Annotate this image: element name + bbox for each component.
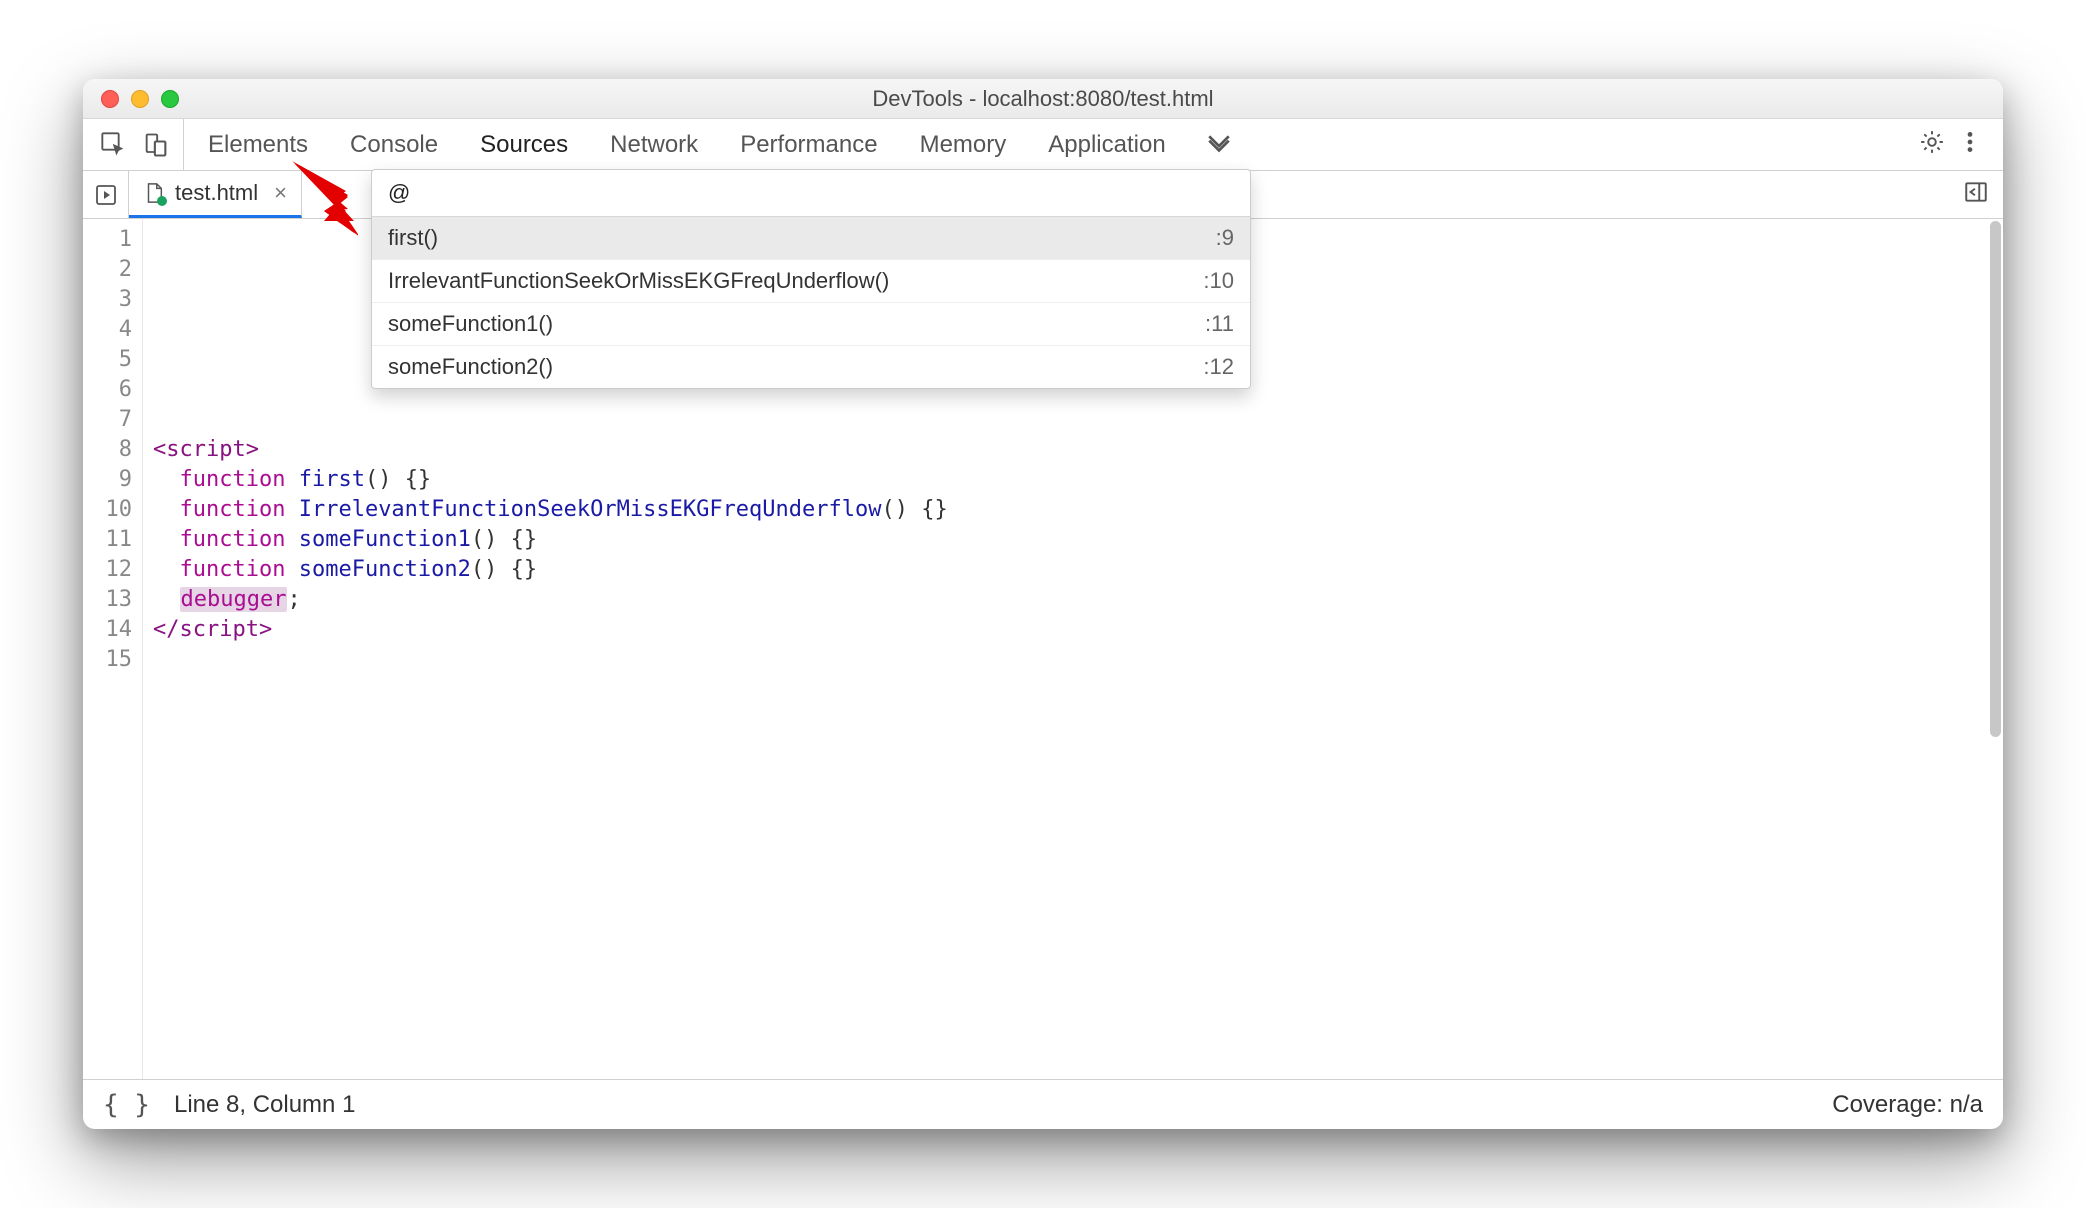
palette-item-label: someFunction2() — [388, 354, 553, 380]
palette-item-label: first() — [388, 225, 438, 251]
palette-item[interactable]: someFunction1() :11 — [372, 303, 1250, 346]
device-mode-icon[interactable] — [135, 119, 177, 171]
close-icon[interactable]: × — [274, 182, 287, 204]
tabs-overflow-icon[interactable] — [1190, 119, 1248, 170]
minimize-window-button[interactable] — [131, 90, 149, 108]
palette-item-label: someFunction1() — [388, 311, 553, 337]
command-palette: @ first() :9 IrrelevantFunctionSeekOrMis… — [371, 169, 1251, 389]
line-gutter: 1 2 3 4 5 6 7 8 9 10 11 12 13 14 15 — [83, 219, 143, 1079]
palette-item[interactable]: someFunction2() :12 — [372, 346, 1250, 388]
command-palette-input[interactable]: @ — [372, 170, 1250, 217]
palette-item-line: :10 — [1203, 268, 1234, 294]
inspect-element-icon[interactable] — [93, 119, 135, 171]
traffic-lights — [83, 90, 179, 108]
palette-item[interactable]: first() :9 — [372, 217, 1250, 260]
palette-item[interactable]: IrrelevantFunctionSeekOrMissEKGFreqUnder… — [372, 260, 1250, 303]
palette-item-line: :9 — [1216, 225, 1234, 251]
devtools-window: DevTools - localhost:8080/test.html Elem… — [83, 79, 2003, 1129]
tab-sources[interactable]: Sources — [480, 131, 568, 159]
window-titlebar: DevTools - localhost:8080/test.html — [83, 79, 2003, 119]
tab-console[interactable]: Console — [350, 131, 438, 159]
window-title: DevTools - localhost:8080/test.html — [83, 86, 2003, 112]
tab-memory[interactable]: Memory — [920, 131, 1007, 159]
cursor-position: Line 8, Column 1 — [174, 1091, 355, 1119]
pretty-print-icon[interactable]: { } — [103, 1090, 150, 1120]
toggle-debugger-pane-icon[interactable] — [1963, 179, 1989, 210]
run-snippet-button[interactable] — [83, 171, 129, 218]
close-window-button[interactable] — [101, 90, 119, 108]
settings-icon[interactable] — [1919, 129, 1945, 160]
file-icon — [143, 182, 165, 204]
palette-item-label: IrrelevantFunctionSeekOrMissEKGFreqUnder… — [388, 268, 889, 294]
file-tab-label: test.html — [175, 180, 258, 206]
file-tab-test-html[interactable]: test.html × — [129, 171, 302, 218]
status-bar: { } Line 8, Column 1 Coverage: n/a — [83, 1079, 2003, 1129]
tab-application[interactable]: Application — [1048, 131, 1165, 159]
palette-item-line: :11 — [1205, 311, 1234, 337]
main-tabbar: Elements Console Sources Network Perform… — [83, 119, 2003, 171]
scrollbar-thumb[interactable] — [1990, 221, 2001, 737]
tab-elements[interactable]: Elements — [208, 131, 308, 159]
tab-performance[interactable]: Performance — [740, 131, 877, 159]
zoom-window-button[interactable] — [161, 90, 179, 108]
tab-network[interactable]: Network — [610, 131, 698, 159]
more-menu-icon[interactable] — [1957, 129, 1983, 160]
palette-item-line: :12 — [1203, 354, 1234, 380]
coverage-status: Coverage: n/a — [1832, 1091, 1983, 1119]
